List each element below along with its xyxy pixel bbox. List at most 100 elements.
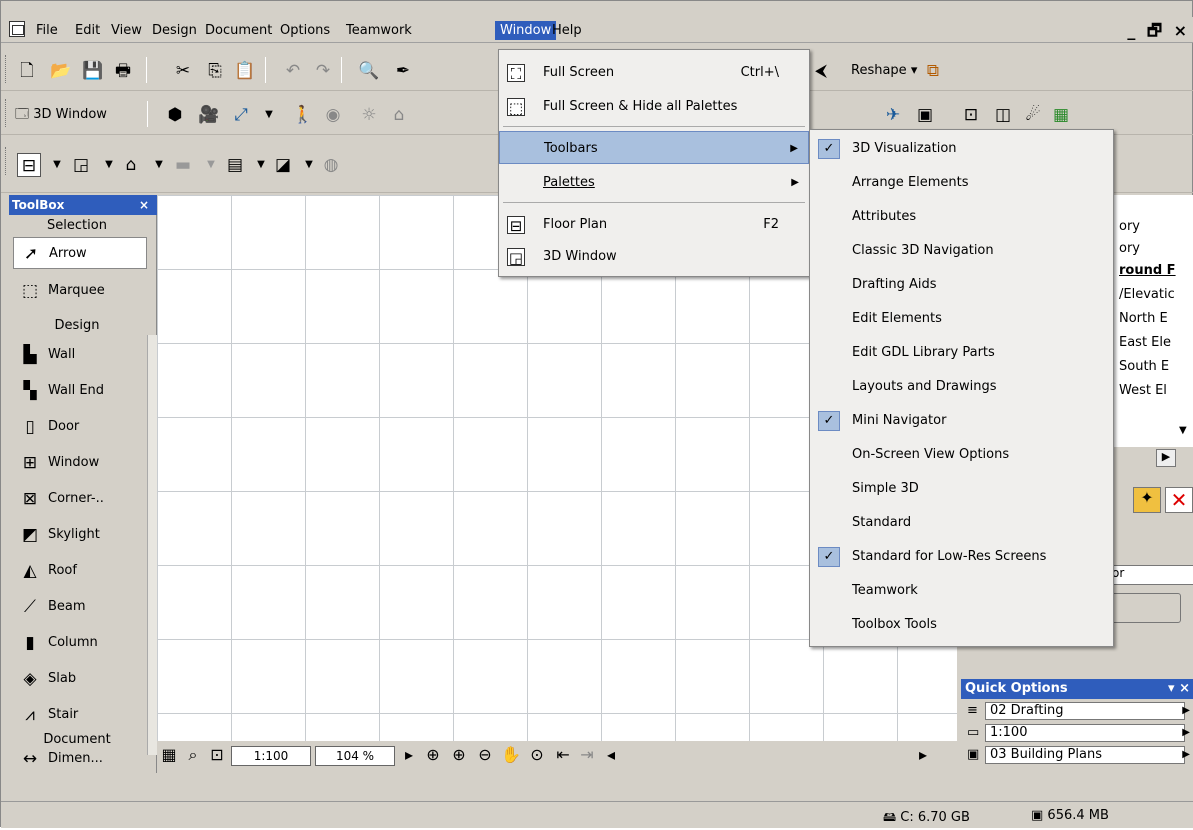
close-icon[interactable]: × [139,195,149,215]
submenu-item-on-screen-view-options[interactable]: On-Screen View Options [810,438,1113,472]
chevron-right-icon[interactable]: ▶ [1182,745,1190,765]
reshape-icon[interactable]: ⧉ [921,59,945,83]
menu-document[interactable]: Document [200,21,277,40]
tool-marquee[interactable]: ⬚ Marquee [13,275,147,307]
undo-icon[interactable]: ↶ [281,59,305,83]
submenu-item-standard-low-res[interactable]: ✓ Standard for Low-Res Screens [810,540,1113,574]
photo-icon[interactable]: ▦ [1049,103,1073,127]
close-icon[interactable]: ▾ × [1168,679,1190,699]
tool-arrow[interactable]: ➚ Arrow [13,237,147,269]
menu-item-3d-window[interactable]: ◲ 3D Window [499,240,809,273]
settings-field[interactable]: or [1107,565,1193,585]
submenu-item-classic-3d-navigation[interactable]: Classic 3D Navigation [810,234,1113,268]
scale-field[interactable]: 1:100 [231,746,311,766]
navigator-item[interactable]: South E [1119,359,1191,374]
perspective-icon[interactable]: ⤢ [229,103,253,127]
submenu-item-attributes[interactable]: Attributes [810,200,1113,234]
menu-help[interactable]: Help [547,21,587,40]
floor-plan-icon[interactable]: ⊟ [17,153,41,177]
redo-icon[interactable]: ↷ [311,59,335,83]
app-icon[interactable] [9,21,25,37]
camera-icon[interactable]: 🎥 [197,103,221,127]
chevron-down-icon[interactable]: ▼ [199,153,223,177]
new-file-icon[interactable]: 🗋 [15,59,39,83]
tool-stair[interactable]: ⩘ Stair [13,699,147,731]
scroll-down-icon[interactable]: ▼ [1179,425,1187,436]
tool-skylight[interactable]: ◩ Skylight [13,519,147,551]
walk-icon[interactable]: 🚶 [291,103,315,127]
submenu-item-teamwork[interactable]: Teamwork [810,574,1113,608]
copy-icon[interactable]: ⎘ [203,59,227,83]
menu-edit[interactable]: Edit [70,21,105,40]
window-3d-button[interactable]: 🗔 3D Window [15,105,107,127]
panel-button[interactable] [1107,593,1181,623]
chevron-down-icon[interactable]: ▼ [97,153,121,177]
tool-slab[interactable]: ◈ Slab [13,663,147,695]
chevron-down-icon[interactable]: ▼ [257,103,281,127]
chevron-down-icon[interactable]: ▼ [297,153,321,177]
window-controls[interactable]: _ 🗗 × [1127,20,1190,47]
tool-corner-window[interactable]: ⊠ Corner-.. [13,483,147,515]
cut-icon[interactable]: ✂ [171,59,195,83]
zoom-field[interactable]: 104 % [315,746,395,766]
tool-roof[interactable]: ◭ Roof [13,555,147,587]
view-map-icon[interactable]: ▦ [159,745,179,765]
navigator-item[interactable]: North E [1119,311,1191,326]
tool-wall-end[interactable]: ▚ Wall End [13,375,147,407]
menu-item-hide-palettes[interactable]: ⬚ Full Screen & Hide all Palettes [499,90,809,123]
fit-in-window-icon[interactable]: ⊙ [527,745,547,765]
view-3d-icon[interactable]: ◲ [69,153,93,177]
tool-column[interactable]: ▮ Column [13,627,147,659]
open-folder-icon[interactable]: 📂 [49,59,73,83]
chevron-right-icon[interactable]: ▶ [1182,701,1190,721]
submenu-item-edit-gdl[interactable]: Edit GDL Library Parts [810,336,1113,370]
navigator-item[interactable]: ory [1119,241,1191,256]
light-icon[interactable]: ☄ [1021,103,1045,127]
next-zoom-icon[interactable]: ⇥ [577,745,597,765]
submenu-item-standard[interactable]: Standard [810,506,1113,540]
menu-item-toolbars[interactable]: Toolbars ▶ [499,131,809,164]
submenu-item-edit-elements[interactable]: Edit Elements [810,302,1113,336]
navigator-item[interactable]: /Elevatic [1119,287,1191,302]
submenu-item-3d-visualization[interactable]: ✓ 3D Visualization [810,132,1113,166]
layout-icon[interactable]: ◍ [319,153,343,177]
tool-beam[interactable]: ⟋ Beam [13,591,147,623]
new-folder-icon[interactable]: ✦ [1133,487,1161,513]
sun-icon[interactable]: ☼ [357,103,381,127]
print-icon[interactable]: 🖶 [111,59,135,83]
zoom-in-out-icon[interactable]: ⊕ [423,745,443,765]
view-3d-icon[interactable]: ▣ [913,103,937,127]
chevron-right-icon[interactable]: ▶ [1182,723,1190,743]
scroll-right-icon[interactable]: ▸ [913,745,933,765]
orbit-icon[interactable]: ◉ [321,103,345,127]
reshape-dropdown[interactable]: Reshape ▾ [851,63,917,78]
render-icon[interactable]: ◫ [991,103,1015,127]
tool-door[interactable]: ▯ Door [13,411,147,443]
detail-icon[interactable]: ◪ [271,153,295,177]
previous-zoom-icon[interactable]: ⇤ [553,745,573,765]
submenu-item-drafting-aids[interactable]: Drafting Aids [810,268,1113,302]
submenu-item-mini-navigator[interactable]: ✓ Mini Navigator [810,404,1113,438]
delete-icon[interactable]: ✕ [1165,487,1193,513]
view-select[interactable]: 03 Building Plans [985,746,1185,764]
eyedropper-icon[interactable]: ✒ [391,59,415,83]
menu-item-full-screen[interactable]: ⛶ Full Screen Ctrl+\ [499,56,809,89]
pan-icon[interactable]: ✋ [501,745,521,765]
home-icon[interactable]: ⌂ [387,103,411,127]
zoom-tool-icon[interactable]: 🔍 [357,59,381,83]
section-icon[interactable]: ⊡ [959,103,983,127]
pointer-arrow-icon[interactable]: ⮜ [809,59,833,83]
submenu-item-toolbox-tools[interactable]: Toolbox Tools [810,608,1113,642]
menu-file[interactable]: File [31,21,63,40]
tool-wall[interactable]: ▙ Wall [13,339,147,371]
scroll-left-icon[interactable]: ◂ [601,745,621,765]
chevron-down-icon[interactable]: ▼ [249,153,273,177]
navigator-item[interactable]: East Ele [1119,335,1191,350]
tool-dimension[interactable]: ↔ Dimen... [13,743,147,775]
elevation-icon[interactable]: ⌂ [119,153,143,177]
zoom-area-icon[interactable]: ⌕ [183,745,203,765]
menu-view[interactable]: View [106,21,147,40]
menu-options[interactable]: Options [275,21,335,40]
menu-item-floor-plan[interactable]: ⊟ Floor Plan F2 [499,208,809,241]
submenu-item-layouts-drawings[interactable]: Layouts and Drawings [810,370,1113,404]
